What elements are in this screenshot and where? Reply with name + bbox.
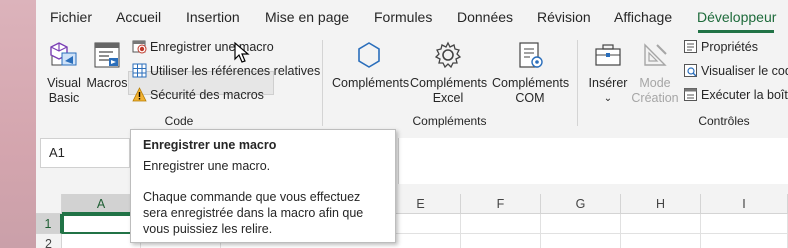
insert-label: Insérer	[588, 76, 628, 90]
design-mode-label-2: Création	[631, 91, 679, 105]
tooltip-description: Enregistrer une macro.	[143, 159, 271, 173]
column-header-i[interactable]: I	[701, 194, 788, 214]
tab-mise-en-page[interactable]: Mise en page	[265, 9, 349, 25]
toolbox-icon	[595, 44, 621, 66]
properties-button[interactable]: Propriétés	[683, 39, 758, 55]
visual-basic-button[interactable]: Visual Basic	[46, 39, 82, 106]
complements-label: Compléments	[332, 76, 410, 90]
visual-basic-label-1: Visual	[47, 76, 81, 90]
select-all-corner[interactable]	[36, 194, 62, 214]
run-dialog-label: Exécuter la boîte	[701, 88, 788, 102]
tab-insertion[interactable]: Insertion	[186, 9, 240, 25]
warning-icon	[132, 87, 147, 102]
tab-affichage[interactable]: Affichage	[614, 9, 672, 25]
properties-label: Propriétés	[701, 40, 758, 54]
view-code-label: Visualiser le code	[701, 64, 788, 78]
mouse-cursor-icon	[234, 41, 250, 63]
formula-input[interactable]	[398, 138, 788, 184]
com-complements-button[interactable]: Compléments COM	[492, 39, 570, 106]
excel-complements-label-1: Compléments	[410, 76, 488, 90]
gear-icon	[434, 41, 462, 69]
complements-icon	[358, 42, 380, 68]
tab-donnees[interactable]: Données	[457, 9, 513, 25]
relative-references-icon	[132, 63, 147, 78]
ribbon-tabs: Fichier Accueil Insertion Mise en page F…	[36, 0, 788, 34]
cell-i2[interactable]	[701, 234, 788, 248]
group-label-code: Code	[164, 114, 194, 128]
cell-f1[interactable]	[461, 214, 541, 234]
cell-g1[interactable]	[541, 214, 621, 234]
visual-basic-label-2: Basic	[48, 91, 80, 105]
macro-security-label: Sécurité des macros	[150, 88, 264, 102]
tooltip-title: Enregistrer une macro	[143, 138, 277, 152]
run-dialog-button[interactable]: Exécuter la boîte	[683, 87, 788, 103]
record-macro-label: Enregistrer une macro	[150, 40, 274, 54]
complements-button[interactable]: Compléments	[332, 39, 410, 91]
row-header-1[interactable]: 1	[36, 214, 62, 234]
cell-h2[interactable]	[621, 234, 701, 248]
name-box[interactable]: A1	[40, 138, 130, 168]
view-code-button[interactable]: Visualiser le code	[683, 63, 788, 79]
record-macro-tooltip: Enregistrer une macro Enregistrer une ma…	[130, 129, 396, 243]
column-header-g[interactable]: G	[541, 194, 621, 214]
name-box-value: A1	[49, 145, 65, 160]
excel-complements-label-2: Excel	[432, 91, 464, 105]
column-header-f[interactable]: F	[461, 194, 541, 214]
cell-h1[interactable]	[621, 214, 701, 234]
com-complements-label-2: COM	[515, 91, 545, 105]
excel-complements-button[interactable]: Compléments Excel	[410, 39, 488, 106]
chevron-down-icon: ⌄	[603, 93, 613, 104]
tooltip-body: Chaque commande que vous effectuez sera …	[143, 190, 364, 236]
visual-basic-icon	[50, 42, 77, 66]
cell-g2[interactable]	[541, 234, 621, 248]
com-addins-icon	[519, 42, 543, 68]
row-header-2[interactable]: 2	[36, 234, 62, 248]
run-dialog-icon	[684, 88, 697, 101]
tab-revision[interactable]: Révision	[537, 9, 591, 25]
macros-button[interactable]: Macros	[86, 39, 128, 91]
group-label-complements: Compléments	[412, 114, 487, 128]
group-label-controles: Contrôles	[698, 114, 750, 128]
record-macro-button[interactable]: Enregistrer une macro	[132, 39, 274, 55]
view-code-icon	[684, 64, 697, 77]
relative-references-label: Utiliser les références relatives	[150, 64, 321, 78]
cell-i1[interactable]	[701, 214, 788, 234]
macros-icon	[94, 42, 120, 68]
desktop-background	[0, 0, 36, 248]
design-mode-label-1: Mode	[639, 76, 671, 90]
ribbon-developpeur: Visual Basic Macros Enregistrer une macr…	[36, 34, 788, 128]
insert-control-button[interactable]: Insérer ⌄	[588, 39, 628, 106]
tab-formules[interactable]: Formules	[374, 9, 432, 25]
design-mode-button[interactable]: Mode Création	[630, 39, 680, 106]
excel-window: Fichier Accueil Insertion Mise en page F…	[36, 0, 788, 248]
relative-references-button[interactable]: Utiliser les références relatives	[132, 63, 320, 79]
design-mode-icon	[644, 43, 667, 66]
record-macro-icon	[132, 40, 147, 54]
properties-icon	[684, 40, 697, 53]
active-tab-indicator	[698, 30, 774, 33]
tab-developpeur[interactable]: Développeur	[697, 9, 776, 25]
macros-label: Macros	[86, 76, 128, 90]
macro-security-button[interactable]: Sécurité des macros	[132, 87, 264, 103]
tab-fichier[interactable]: Fichier	[50, 9, 92, 25]
cell-f2[interactable]	[461, 234, 541, 248]
column-header-h[interactable]: H	[621, 194, 701, 214]
tab-accueil[interactable]: Accueil	[116, 9, 161, 25]
com-complements-label-1: Compléments	[492, 76, 570, 90]
